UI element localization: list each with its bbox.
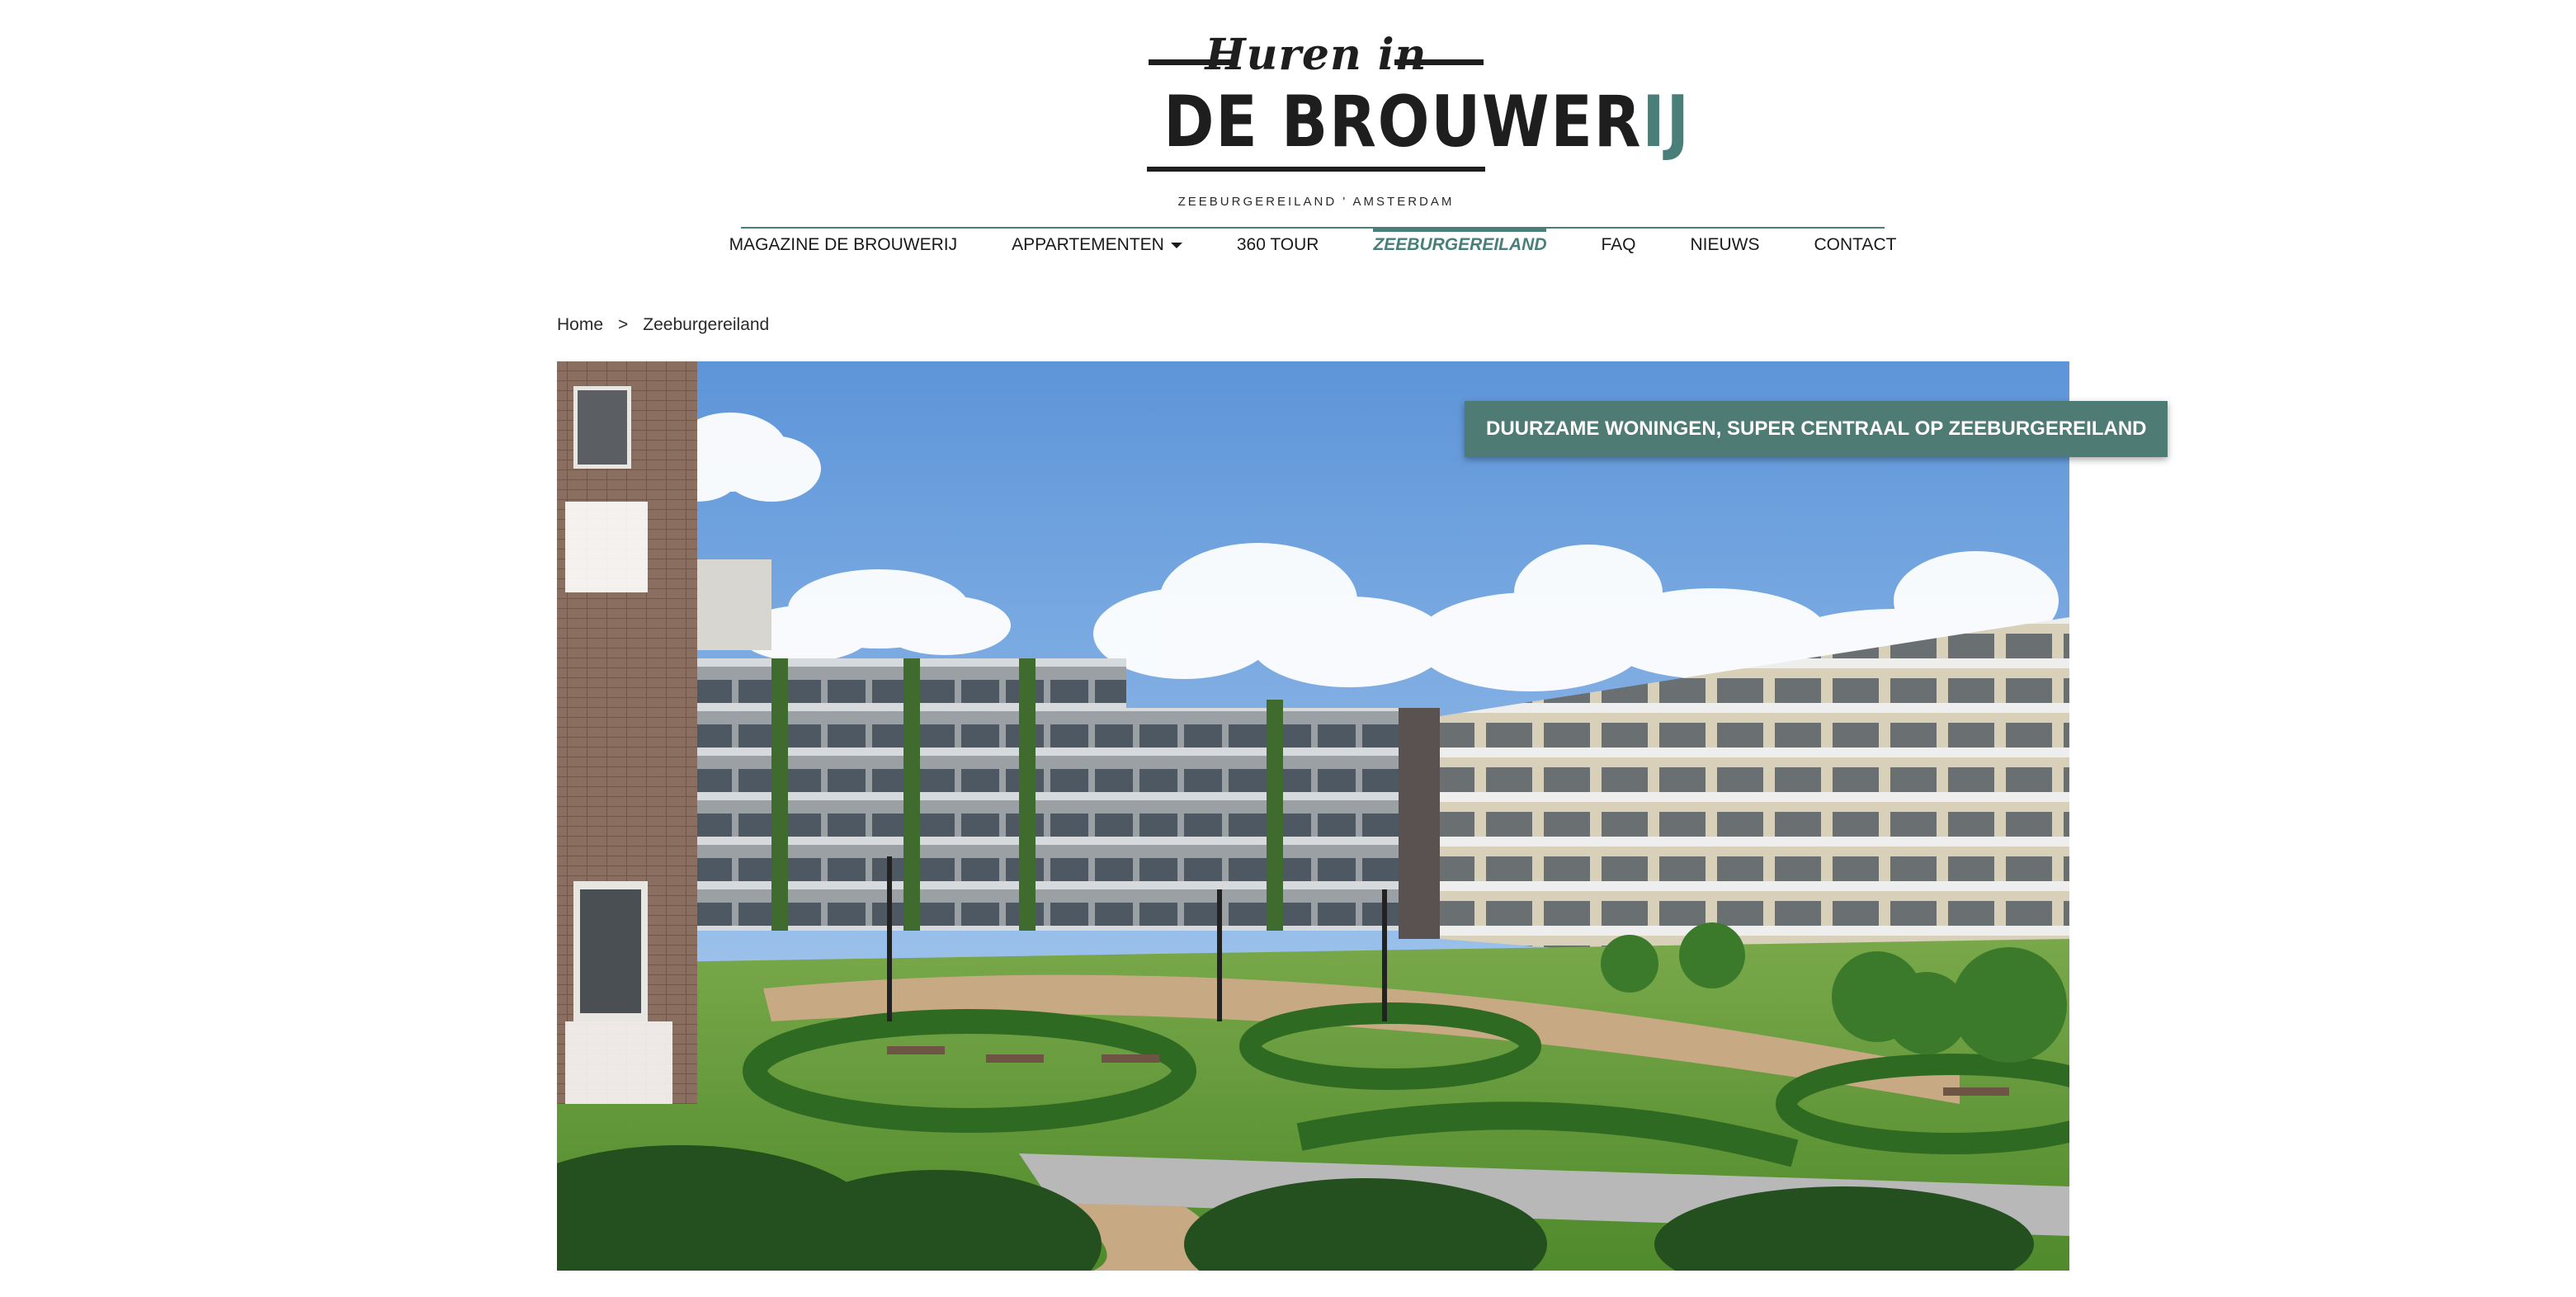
logo-rule-right bbox=[1394, 59, 1484, 65]
nav-item-label: CONTACT bbox=[1814, 235, 1897, 254]
caret-down-icon bbox=[1170, 242, 1182, 248]
nav-item-contact[interactable]: CONTACT bbox=[1787, 229, 1924, 262]
logo-underline bbox=[1147, 167, 1485, 172]
logo-subtitle: ZEEBURGEREILAND ' AMSTERDAM bbox=[1177, 195, 1455, 209]
nav-item-appartementen[interactable]: APPARTEMENTEN bbox=[984, 229, 1210, 262]
breadcrumb-separator: > bbox=[618, 315, 629, 334]
nav-item-label: FAQ bbox=[1601, 235, 1636, 254]
nav-item-nieuws[interactable]: NIEUWS bbox=[1663, 229, 1787, 262]
hero-image bbox=[557, 361, 2069, 1271]
nav-item-faq[interactable]: FAQ bbox=[1573, 229, 1663, 262]
nav-item-label: MAGAZINE DE BROUWERIJ bbox=[729, 235, 958, 254]
logo-script-text: Huren in bbox=[1205, 30, 1427, 80]
nav-item-label: NIEUWS bbox=[1690, 235, 1760, 254]
nav-item-label: ZEEBURGEREILAND bbox=[1373, 235, 1547, 254]
main-nav: MAGAZINE DE BROUWERIJ APPARTEMENTEN 360 … bbox=[729, 227, 1896, 262]
hero-tagline-badge: DUURZAME WONINGEN, SUPER CENTRAAL OP ZEE… bbox=[1465, 401, 2168, 457]
breadcrumb-home-link[interactable]: Home bbox=[557, 315, 603, 335]
breadcrumb-current: Zeeburgereiland bbox=[643, 315, 770, 334]
breadcrumb: Home > Zeeburgereiland bbox=[557, 315, 769, 335]
logo-accent-text: IJ bbox=[1642, 81, 1691, 163]
nav-item-label: 360 TOUR bbox=[1236, 235, 1319, 254]
nav-item-zeeburgereiland[interactable]: ZEEBURGEREILAND bbox=[1346, 227, 1573, 262]
logo-wordmark: DE BROUWERIJ bbox=[1163, 83, 1689, 162]
nav-item-label: APPARTEMENTEN bbox=[1012, 235, 1164, 254]
nav-item-magazine[interactable]: MAGAZINE DE BROUWERIJ bbox=[702, 229, 985, 262]
logo-main-text: DE BROUWER bbox=[1163, 81, 1643, 163]
nav-item-360-tour[interactable]: 360 TOUR bbox=[1210, 229, 1347, 262]
site-logo[interactable]: Huren in DE BROUWERIJ ZEEBURGEREILAND ' … bbox=[1139, 25, 1689, 209]
